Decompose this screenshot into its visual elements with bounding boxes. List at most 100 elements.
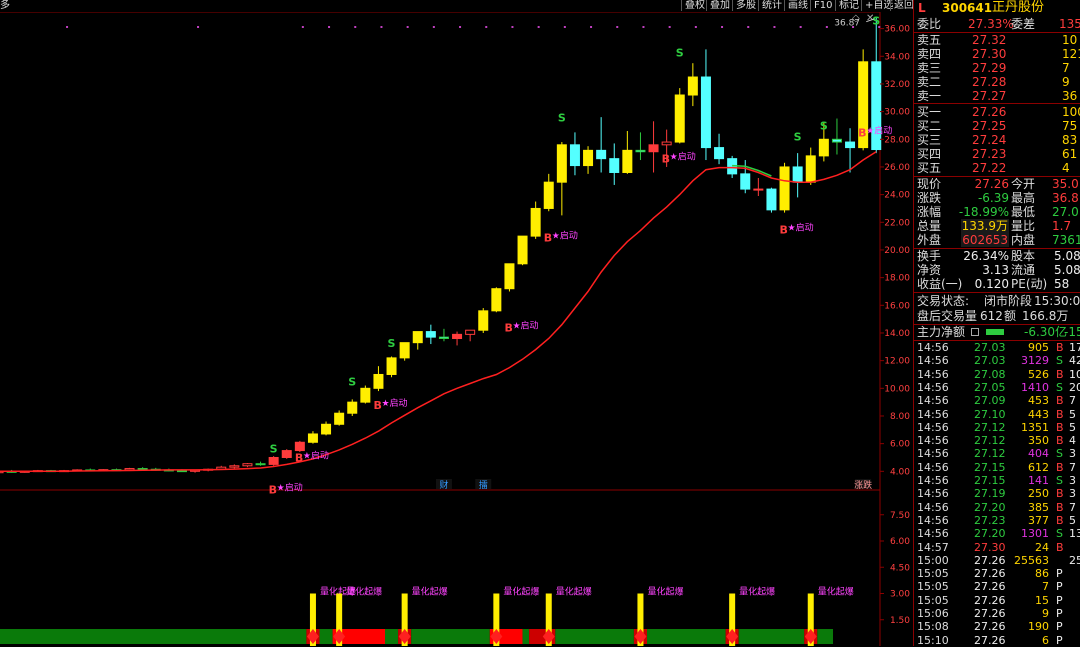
tick-price: 27.23 — [974, 513, 1006, 527]
candle-body — [714, 147, 725, 160]
tick-row[interactable]: 14:56 27.12 1351 B 5 — [914, 421, 1080, 434]
bid-price: 27.25 — [972, 119, 1007, 133]
top-dot — [459, 26, 462, 28]
bid-row[interactable]: 买一 27.26 100 — [914, 105, 1080, 119]
ask-volume: 7 — [1062, 61, 1070, 75]
tick-row[interactable]: 14:56 27.20 1301 S 13 — [914, 527, 1080, 540]
candle-body — [438, 336, 449, 340]
tick-side: B — [1056, 434, 1064, 448]
tick-row[interactable]: 15:05 27.26 15 P — [914, 594, 1080, 607]
ask-row[interactable]: 卖二 27.28 9 — [914, 75, 1080, 89]
top-dot — [328, 26, 331, 28]
tick-row[interactable]: 15:05 27.26 7 P — [914, 580, 1080, 593]
menu-glyph[interactable]: 多 — [0, 0, 10, 11]
bid-row[interactable]: 买三 27.24 83 — [914, 133, 1080, 147]
tick-row[interactable]: 15:05 27.26 86 P — [914, 567, 1080, 580]
tick-volume: 385 — [1028, 500, 1049, 514]
tick-time: 14:56 — [917, 513, 949, 527]
tick-count: 20 — [1069, 380, 1080, 394]
toolbar-button-diequan[interactable]: 叠权 — [681, 0, 708, 11]
tick-row[interactable]: 14:57 27.30 24 B — [914, 541, 1080, 554]
capital-value: -6.30亿 — [1024, 325, 1068, 339]
tick-row[interactable]: 14:56 27.23 377 B 5 — [914, 514, 1080, 527]
axis-tick-label: 8.00 — [890, 412, 910, 422]
candle-body — [229, 465, 240, 468]
quote-row: 现价 27.26 今开 35.0 — [914, 177, 1080, 191]
ask-volume: 36 — [1062, 89, 1078, 103]
axis-tick-label: 34.00 — [884, 52, 910, 62]
tick-volume: 377 — [1028, 513, 1049, 527]
tick-row[interactable]: 14:56 27.15 612 B 7 — [914, 461, 1080, 474]
bid-row[interactable]: 买二 27.25 75 — [914, 119, 1080, 133]
chart-toolbar: 多 叠权 叠加 多股 统计 画线 F10 标记 +自选 返回 ◇ ✕ — [0, 0, 914, 24]
tick-count: 7 — [1069, 394, 1076, 408]
toolbar-button-mark[interactable]: 标记 — [835, 0, 862, 11]
tick-row[interactable]: 14:56 27.15 141 S 3 — [914, 474, 1080, 487]
tick-row[interactable]: 14:56 27.03 905 B 17 — [914, 341, 1080, 354]
tick-row[interactable]: 15:00 27.26 25563 254 — [914, 554, 1080, 567]
bid-row[interactable]: 买四 27.23 61 — [914, 147, 1080, 161]
tick-side: B — [1056, 341, 1064, 354]
tick-side: B — [1056, 500, 1064, 514]
kline-chart[interactable]: 量化起爆量化起爆 量化起爆 量化起爆 量化起爆 量化起爆 量化起爆 量化起爆 SB ★启动B ★… — [0, 12, 913, 646]
qidong-label: ★启动 — [277, 481, 303, 493]
tick-price: 27.26 — [974, 633, 1006, 647]
ask-row[interactable]: 卖三 27.29 7 — [914, 61, 1080, 75]
tick-row[interactable]: 14:56 27.12 350 B 4 — [914, 434, 1080, 447]
main-capital-row: 主力净额 -6.30亿 -15 — [914, 324, 1080, 340]
toolbar-button-f10[interactable]: F10 — [810, 0, 835, 11]
quote-label: 涨幅 — [917, 205, 942, 219]
top-dot — [197, 26, 200, 28]
tick-row[interactable]: 14:56 27.10 443 B 5 — [914, 408, 1080, 421]
ask-row[interactable]: 卖一 27.27 36 — [914, 89, 1080, 103]
bid-row[interactable]: 买五 27.22 4 — [914, 161, 1080, 175]
bid-volume: 75 — [1062, 119, 1078, 133]
status-value: 闭市阶段 — [984, 294, 1033, 308]
toolbar-button-stats[interactable]: 统计 — [758, 0, 785, 11]
tick-volume: 1410 — [1021, 380, 1049, 394]
quote-value-2: 36.8 — [1052, 191, 1079, 205]
tick-volume: 190 — [1028, 620, 1049, 634]
axis-tick-label: 30.00 — [884, 108, 910, 118]
candle-body — [465, 329, 476, 335]
tick-side: S — [1056, 447, 1063, 461]
tick-side: B — [1056, 407, 1064, 421]
tick-count: 4 — [1069, 434, 1076, 448]
tick-row[interactable]: 15:10 27.26 6 P — [914, 634, 1080, 647]
tick-row[interactable]: 15:08 27.26 190 P — [914, 620, 1080, 633]
tick-time: 14:56 — [917, 527, 949, 541]
tick-volume: 250 — [1028, 487, 1049, 501]
toolbar-button-draw[interactable]: 画线 — [784, 0, 811, 11]
capital-detail-icon[interactable] — [971, 328, 979, 336]
top-dot — [380, 26, 383, 28]
tick-count: 3 — [1069, 447, 1076, 461]
ask-row[interactable]: 卖五 27.32 10 — [914, 33, 1080, 47]
ask-label: 卖三 — [917, 61, 942, 75]
stock-name: 正丹股份 — [992, 0, 1045, 15]
tick-row[interactable]: 14:56 27.08 526 B 10 — [914, 368, 1080, 381]
toolbar-button-overlay[interactable]: 叠加 — [706, 0, 733, 11]
tick-row[interactable]: 14:56 27.12 404 S 3 — [914, 447, 1080, 460]
sub-axis-tick-label: 6.00 — [890, 537, 910, 547]
toolbar-button-multi-stock[interactable]: 多股 — [732, 0, 759, 11]
ask-row[interactable]: 卖四 27.30 121 — [914, 47, 1080, 61]
tick-row[interactable]: 14:56 27.09 453 B 7 — [914, 394, 1080, 407]
fund-value: 26.34% — [963, 249, 1009, 263]
tick-row[interactable]: 15:06 27.26 9 P — [914, 607, 1080, 620]
candle-body — [452, 333, 463, 340]
tick-side: S — [1056, 474, 1063, 487]
top-dot — [747, 26, 750, 28]
tick-row[interactable]: 14:56 27.05 1410 S 20 — [914, 381, 1080, 394]
candle-body — [242, 463, 253, 467]
tick-side: B — [1056, 540, 1064, 554]
tick-row[interactable]: 14:56 27.20 385 B 7 — [914, 501, 1080, 514]
tick-count: 3 — [1069, 474, 1076, 487]
fundamental-row: 净资 3.13 流通 5.08 — [914, 263, 1080, 277]
top-dot — [537, 26, 540, 28]
tick-volume: 1301 — [1021, 527, 1049, 541]
signal-label: 量化起爆 — [818, 586, 854, 598]
tick-count: 5 — [1069, 407, 1076, 421]
quote-label: 外盘 — [917, 233, 942, 247]
tick-row[interactable]: 14:56 27.03 3129 S 42 — [914, 354, 1080, 367]
tick-row[interactable]: 14:56 27.19 250 B 3 — [914, 487, 1080, 500]
